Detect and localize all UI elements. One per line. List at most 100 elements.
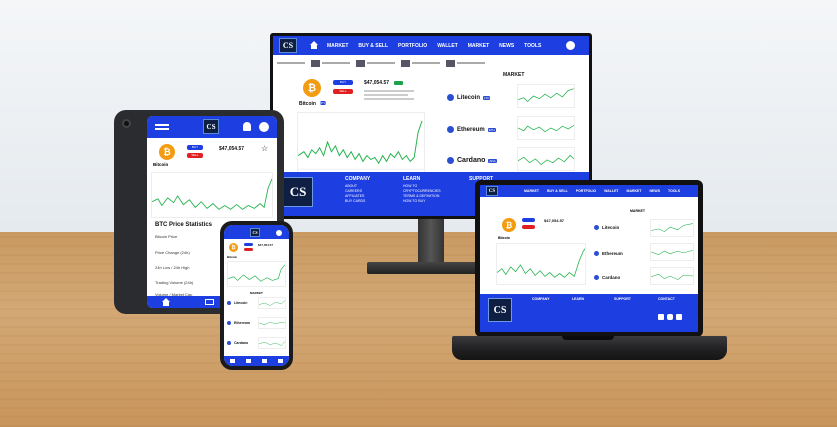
user-icon[interactable] (259, 122, 269, 132)
portfolio-tab-icon[interactable] (205, 299, 214, 305)
buy-button[interactable]: BUY (333, 80, 353, 85)
home-icon[interactable] (309, 41, 319, 50)
laptop-price-chart[interactable] (496, 243, 586, 285)
cardano-mini-chart[interactable] (258, 337, 286, 349)
nav-market-2[interactable]: MARKET (468, 43, 489, 49)
buy-button[interactable] (522, 218, 535, 222)
laptop-notch (562, 336, 614, 340)
market-row-cardano[interactable]: Cardano (594, 275, 620, 280)
market-row-litecoin[interactable]: Litecoin (227, 301, 247, 305)
nav-tools[interactable]: TOOLS (524, 43, 541, 49)
bell-icon[interactable] (243, 122, 251, 131)
market-row-name: Litecoin (602, 225, 620, 230)
phone-price-chart[interactable] (227, 261, 286, 287)
cardano-icon (447, 157, 454, 164)
user-icon[interactable] (276, 230, 282, 236)
litecoin-icon (594, 225, 599, 230)
nav-market-2[interactable]: MARKET (627, 189, 642, 193)
nav-wallet[interactable]: WALLET (604, 189, 618, 193)
ethereum-mini-chart[interactable] (650, 243, 694, 261)
ethereum-icon (227, 321, 231, 325)
news-item[interactable] (401, 58, 440, 68)
nav-news[interactable]: NEWS (499, 43, 514, 49)
laptop-device: CS MARKET BUY & SELL PORTFOLIO WALLET MA… (475, 180, 703, 337)
ethereum-icon (594, 251, 599, 256)
market-row-ethereum[interactable]: Ethereum (227, 321, 250, 325)
nav-buy-sell[interactable]: BUY & SELL (358, 43, 388, 49)
nav-portfolio[interactable]: PORTFOLIO (576, 189, 596, 193)
nav-buy-sell[interactable]: BUY & SELL (547, 189, 568, 193)
market-row-litecoin[interactable]: Litecoin (594, 225, 619, 230)
market-row-name: Cardano (457, 157, 486, 164)
cardano-icon (227, 341, 231, 345)
footer-logo: CS (283, 177, 313, 207)
menu-icon-line (155, 128, 169, 130)
laptop-footer: CS COMPANY LEARN SUPPORT CONTACT (480, 294, 698, 332)
star-icon[interactable]: ☆ (261, 144, 268, 153)
buy-button[interactable]: BUY (187, 145, 203, 150)
nav-tools[interactable]: TOOLS (668, 189, 680, 193)
footer-heading: CONTACT (658, 297, 675, 301)
chart-tab-icon[interactable] (262, 359, 267, 363)
phone-screen: CS ₿ Bitcoin $47,054.57 MARKET Litecoin … (224, 225, 289, 366)
market-row-cardano[interactable]: Cardano (227, 341, 248, 345)
price-chart-main[interactable] (297, 112, 425, 174)
bitcoin-icon: ₿ (229, 243, 238, 252)
laptop-logo[interactable]: CS (486, 186, 498, 196)
nav-news[interactable]: NEWS (650, 189, 661, 193)
tablet-camera (122, 119, 131, 128)
market-row-ethereum[interactable]: Ethereum ETH (447, 126, 496, 133)
nav-market[interactable]: MARKET (327, 43, 348, 49)
tablet-navbar: CS (147, 116, 277, 138)
instagram-icon[interactable] (667, 314, 673, 320)
footer-link[interactable]: BUY CARDS (345, 199, 370, 204)
cardano-mini-chart[interactable] (650, 267, 694, 285)
user-icon[interactable] (566, 41, 575, 50)
footer-heading: COMPANY (345, 176, 371, 182)
news-item[interactable] (311, 58, 350, 68)
laptop-screen: CS MARKET BUY & SELL PORTFOLIO WALLET MA… (480, 185, 698, 332)
menu-icon[interactable] (155, 124, 169, 126)
footer-link[interactable]: HOW TO BUY (403, 199, 441, 204)
nav-wallet[interactable]: WALLET (437, 43, 458, 49)
footer-support: SUPPORT (614, 297, 631, 303)
phone-logo[interactable]: CS (250, 228, 260, 237)
twitter-icon[interactable] (676, 314, 682, 320)
stat-row: Trading Volume (24h) (155, 280, 194, 285)
tablet-price-chart[interactable] (151, 172, 273, 218)
sell-button[interactable] (244, 248, 253, 251)
market-row-ethereum[interactable]: Ethereum (594, 251, 623, 256)
news-item[interactable] (446, 58, 485, 68)
litecoin-mini-chart[interactable] (258, 297, 286, 309)
litecoin-mini-chart[interactable] (517, 84, 575, 108)
market-row-name: Ethereum (457, 126, 485, 133)
settings-tab-icon[interactable] (278, 359, 283, 363)
home-tab-icon[interactable] (230, 359, 235, 363)
news-item[interactable] (356, 58, 395, 68)
buy-button[interactable] (244, 243, 253, 246)
sell-button[interactable] (522, 225, 535, 229)
sell-button[interactable]: SELL (187, 153, 203, 158)
tablet-logo[interactable]: CS (203, 119, 219, 134)
nav-portfolio[interactable]: PORTFOLIO (398, 43, 427, 49)
ethereum-mini-chart[interactable] (258, 317, 286, 329)
stat-row: Bitcoin Price (155, 234, 178, 239)
footer-learn: LEARN (572, 297, 584, 303)
portfolio-tab-icon[interactable] (246, 359, 251, 363)
market-row-litecoin[interactable]: Litecoin LTC (447, 94, 491, 101)
home-tab-icon[interactable] (161, 298, 171, 307)
brand-logo[interactable]: CS (279, 38, 297, 53)
footer-learn: LEARN HOW TO CRYPTOCURRENCIES TERMS & DE… (403, 176, 441, 204)
ethereum-icon (447, 126, 454, 133)
facebook-icon[interactable] (658, 314, 664, 320)
market-row-ticker: LTC (483, 95, 491, 100)
news-item[interactable] (277, 58, 305, 68)
litecoin-mini-chart[interactable] (650, 219, 694, 237)
nav-market[interactable]: MARKET (524, 189, 539, 193)
sell-button[interactable]: SELL (333, 89, 353, 94)
ethereum-mini-chart[interactable] (517, 116, 575, 140)
stat-row: 24h Low / 24h High (155, 265, 190, 270)
cardano-mini-chart[interactable] (517, 147, 575, 171)
market-row-cardano[interactable]: Cardano ADA (447, 157, 497, 164)
footer-logo: CS (488, 298, 512, 322)
